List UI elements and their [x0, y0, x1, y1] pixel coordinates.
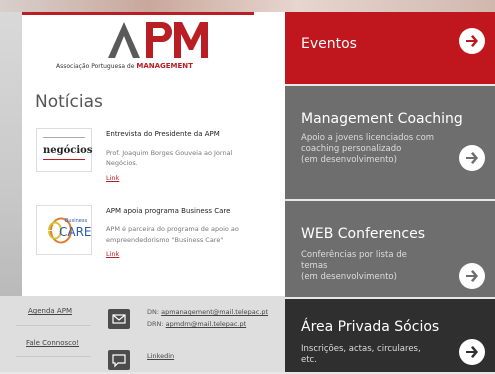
negocios-logo-text: negócios [43, 145, 93, 156]
tile-subtitle-line2: etc. [301, 355, 317, 365]
tile-web-conferences[interactable]: WEB Conferences Conferências por lista d… [285, 201, 495, 297]
email-dn-link[interactable]: apmanagement@mail.telepac.pt [161, 308, 268, 316]
news-desc-line1: APM é parceira do programa de apoio ao [106, 225, 239, 233]
tile-title: Eventos [301, 36, 357, 52]
arrow-right-circle-icon[interactable] [459, 339, 485, 365]
news-image-negocios[interactable]: negócios [36, 128, 92, 172]
email-drn-link[interactable]: apmdrn@mail.telepac.pt [166, 320, 247, 328]
background-banner [0, 0, 495, 12]
news-link[interactable]: Link [106, 250, 119, 258]
news-heading: Notícias [35, 92, 103, 112]
news-title: APM apoia programa Business Care [106, 207, 231, 215]
logo-subtitle-brand: MANAGEMENT [136, 62, 193, 70]
logo-subtitle-prefix: Associação Portuguesa de [56, 63, 135, 70]
linkedin-row: Linkedin [147, 352, 174, 360]
news-link[interactable]: Link [106, 174, 119, 182]
tile-title: WEB Conferences [301, 226, 426, 242]
logo-subtitle: Associação Portuguesa de MANAGEMENT [56, 62, 193, 70]
chat-icon [108, 350, 130, 370]
tile-subtitle-line1: Conferências por lista de [301, 250, 407, 260]
tile-area-privada-socios[interactable]: Área Privada Sócios Inscrições, actas, c… [285, 299, 495, 372]
linkedin-link[interactable]: Linkedin [147, 352, 174, 360]
email-dn-label: DN: [147, 308, 160, 316]
tile-subtitle-line1: Inscrições, actas, circulares, [301, 344, 421, 354]
email-drn: DRN: apmdrn@mail.telepac.pt [147, 320, 246, 328]
background-side [0, 12, 22, 302]
news-desc-line2: Negócios. [106, 159, 138, 167]
tile-subtitle-line3: (em desenvolvimento) [301, 155, 397, 165]
divider [16, 325, 91, 326]
news-desc-line1: Prof. Joaquim Borges Gouveia ao Jornal [106, 149, 233, 157]
tile-title: Área Privada Sócios [301, 319, 440, 335]
business-care-small: Business [65, 218, 88, 224]
news-desc-line2: empreendedorismo "Business Care" [106, 236, 224, 244]
divider [16, 356, 91, 357]
logo-rule [22, 12, 254, 15]
news-title: Entrevista do Presidente da APM [106, 130, 220, 138]
mail-icon [108, 309, 130, 329]
tile-subtitle-line1: Apoio a jovens licenciados com [301, 133, 435, 143]
tile-subtitle-line2: temas [301, 261, 328, 271]
email-dn: DN: apmanagement@mail.telepac.pt [147, 308, 268, 316]
tile-management-coaching[interactable]: Management Coaching Apoio a jovens licen… [285, 86, 495, 199]
agenda-link[interactable]: Agenda APM [28, 307, 72, 315]
contact-link[interactable]: Fale Connosco! [26, 339, 79, 347]
tile-title: Management Coaching [301, 111, 463, 127]
tile-subtitle-line2: coaching personalizado [301, 144, 402, 154]
arrow-right-circle-icon[interactable] [459, 263, 485, 289]
tile-eventos[interactable]: Eventos [285, 12, 495, 84]
news-image-business-care[interactable]: Business CARE [36, 205, 92, 255]
business-care-label: CARE [59, 225, 92, 239]
apm-logo[interactable] [108, 20, 213, 60]
arrow-right-circle-icon[interactable] [459, 145, 485, 171]
tile-subtitle-line3: (em desenvolvimento) [301, 272, 397, 282]
arrow-right-circle-icon[interactable] [459, 28, 485, 54]
email-drn-label: DRN: [147, 320, 164, 328]
